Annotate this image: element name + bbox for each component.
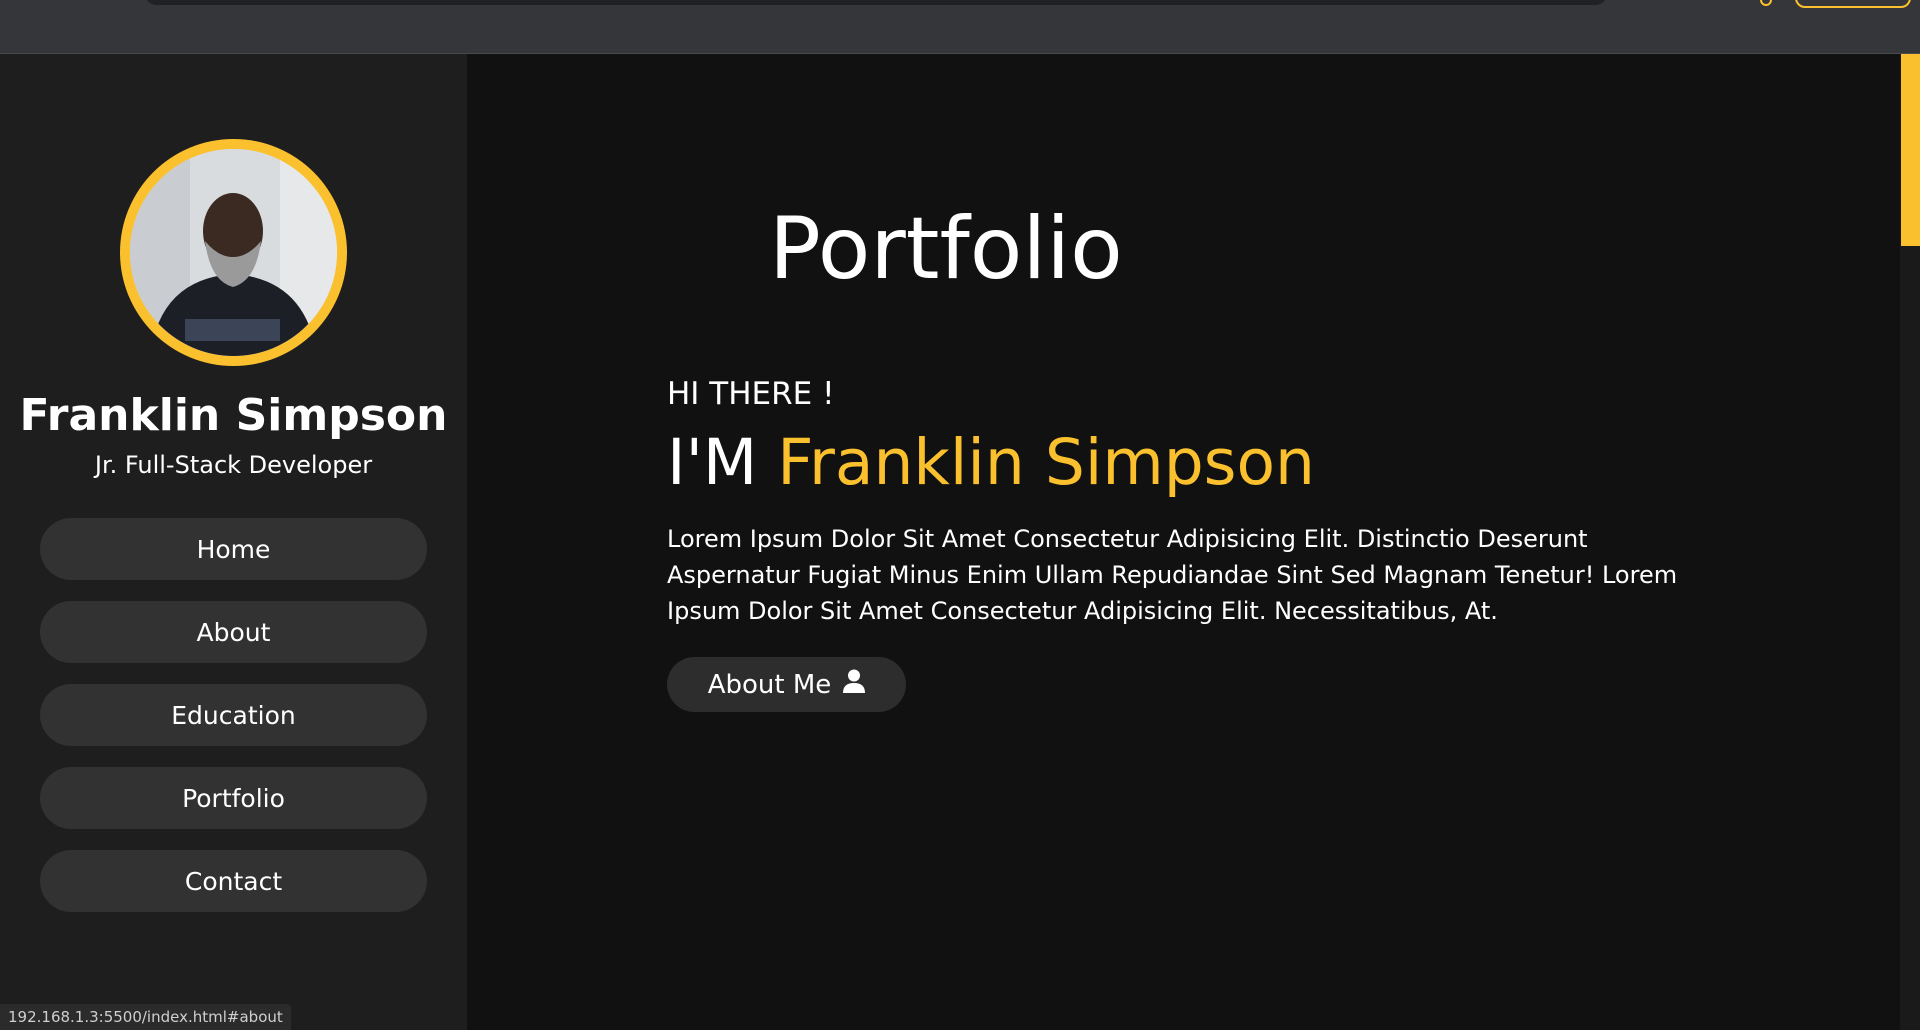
- profile-name: Franklin Simpson: [19, 390, 448, 441]
- scrollbar-thumb[interactable]: [1901, 54, 1920, 246]
- sidebar: Franklin Simpson Jr. Full-Stack Develope…: [0, 54, 467, 1030]
- nav-item-home[interactable]: Home: [40, 518, 427, 580]
- page-title: Portfolio: [769, 199, 1123, 299]
- status-bar-url: 192.168.1.3:5500/index.html#about: [0, 1004, 291, 1030]
- extension-icon[interactable]: [1760, 0, 1772, 6]
- profile-button[interactable]: [1795, 0, 1911, 8]
- intro-heading: I'M Franklin Simpson: [667, 426, 1315, 499]
- browser-toolbar: [0, 0, 1920, 54]
- intro-name: Franklin Simpson: [777, 426, 1315, 499]
- nav-item-portfolio[interactable]: Portfolio: [40, 767, 427, 829]
- greeting-text: HI THERE !: [667, 376, 835, 412]
- address-bar[interactable]: [145, 0, 1607, 5]
- about-me-label: About Me: [707, 669, 832, 700]
- profile-role: Jr. Full-Stack Developer: [94, 451, 373, 479]
- nav-item-education[interactable]: Education: [40, 684, 427, 746]
- main-content: Portfolio HI THERE ! I'M Franklin Simpso…: [467, 54, 1900, 1030]
- sidebar-nav: Home About Education Portfolio Contact: [40, 518, 427, 933]
- about-me-button[interactable]: About Me: [667, 657, 906, 712]
- intro-description: Lorem Ipsum Dolor Sit Amet Consectetur A…: [667, 525, 1678, 625]
- profile-photo: [130, 149, 337, 356]
- intro-prefix: I'M: [667, 426, 758, 499]
- user-icon: [843, 669, 866, 700]
- nav-item-contact[interactable]: Contact: [40, 850, 427, 912]
- avatar: [120, 139, 347, 366]
- nav-item-about[interactable]: About: [40, 601, 427, 663]
